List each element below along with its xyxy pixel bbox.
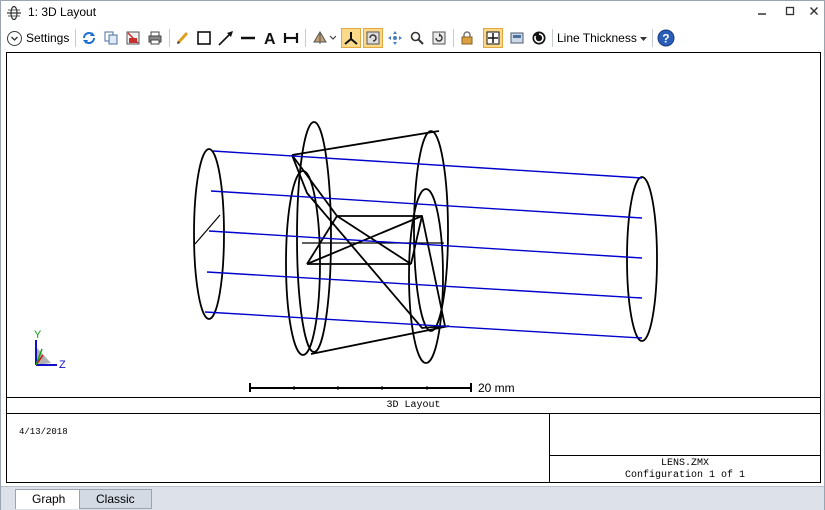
- plot-area: Y Z 20 mm 3D Layout 4/13/2018 LENS.ZMX C…: [6, 52, 821, 483]
- help-icon[interactable]: ?: [656, 28, 676, 48]
- axes-icon[interactable]: [341, 28, 361, 48]
- auto-rotate-icon[interactable]: [363, 28, 383, 48]
- svg-text:A: A: [264, 31, 276, 46]
- ray-line: [206, 271, 643, 299]
- ray-line: [212, 150, 643, 179]
- tab-graph[interactable]: Graph: [15, 489, 83, 509]
- toolbar-separator: [453, 29, 454, 47]
- lock-icon[interactable]: [457, 28, 477, 48]
- settings-button[interactable]: Settings: [7, 28, 69, 48]
- axis-y-label: Y: [34, 329, 42, 341]
- refresh-icon[interactable]: [79, 28, 99, 48]
- window-title: 1: 3D Layout: [28, 5, 97, 19]
- title-bar: 1: 3D Layout: [1, 1, 824, 25]
- file-name: LENS.ZMX: [660, 458, 709, 469]
- plot-title: 3D Layout: [7, 397, 820, 414]
- svg-text:?: ?: [662, 32, 669, 46]
- line-icon[interactable]: [238, 28, 258, 48]
- minimize-icon[interactable]: [753, 4, 771, 21]
- toolbar: Settings A Line Thickness ?: [1, 25, 824, 51]
- maximize-icon[interactable]: [781, 4, 799, 21]
- scale-bar: 20 mm: [249, 381, 515, 395]
- tab-bar: Graph Classic: [1, 486, 824, 510]
- app-icon: [6, 5, 22, 21]
- pencil-icon[interactable]: [173, 28, 193, 48]
- clock-icon[interactable]: [529, 28, 549, 48]
- dropdown-arrow-icon: [639, 31, 647, 45]
- settings-label: Settings: [26, 31, 70, 45]
- toolbar-separator: [169, 29, 170, 47]
- close-icon[interactable]: [805, 4, 823, 21]
- ray-line: [204, 311, 643, 339]
- copy-icon[interactable]: [101, 28, 121, 48]
- arrow-icon[interactable]: [216, 28, 236, 48]
- toolbar-separator: [75, 29, 76, 47]
- ray-line: [210, 190, 643, 219]
- lens-elements: [193, 121, 658, 364]
- dimension-icon[interactable]: [281, 28, 301, 48]
- rotate-view-icon[interactable]: [309, 28, 337, 48]
- file-info: LENS.ZMX Configuration 1 of 1: [550, 458, 820, 482]
- ray-traces: [204, 150, 643, 339]
- configuration-label: Configuration 1 of 1: [624, 470, 746, 481]
- pan-icon[interactable]: [385, 28, 405, 48]
- reset-view-icon[interactable]: [429, 28, 449, 48]
- tab-classic[interactable]: Classic: [79, 489, 152, 509]
- toolbar-separator: [552, 29, 553, 47]
- export-icon[interactable]: [507, 28, 527, 48]
- chevron-down-icon: [7, 30, 22, 46]
- axis-gizmo: Y Z: [34, 329, 66, 371]
- text-icon[interactable]: A: [260, 28, 280, 48]
- plot-date: 4/13/2018: [19, 427, 68, 437]
- print-icon[interactable]: [145, 28, 165, 48]
- toolbar-separator: [652, 29, 653, 47]
- line-thickness-label: Line Thickness: [557, 31, 637, 45]
- axis-z-label: Z: [59, 359, 66, 371]
- analysis-window: 1: 3D Layout Settings A Line Thickness ?…: [0, 0, 825, 510]
- footer-divider: [549, 455, 820, 456]
- fit-window-icon[interactable]: [483, 28, 503, 48]
- zoom-icon[interactable]: [407, 28, 427, 48]
- line-thickness-dropdown[interactable]: Line Thickness: [557, 28, 647, 48]
- save-icon[interactable]: [123, 28, 143, 48]
- toolbar-separator: [305, 29, 306, 47]
- layout-drawing: Y Z 20 mm: [34, 121, 658, 395]
- rectangle-icon[interactable]: [194, 28, 214, 48]
- scale-bar-label: 20 mm: [478, 381, 515, 395]
